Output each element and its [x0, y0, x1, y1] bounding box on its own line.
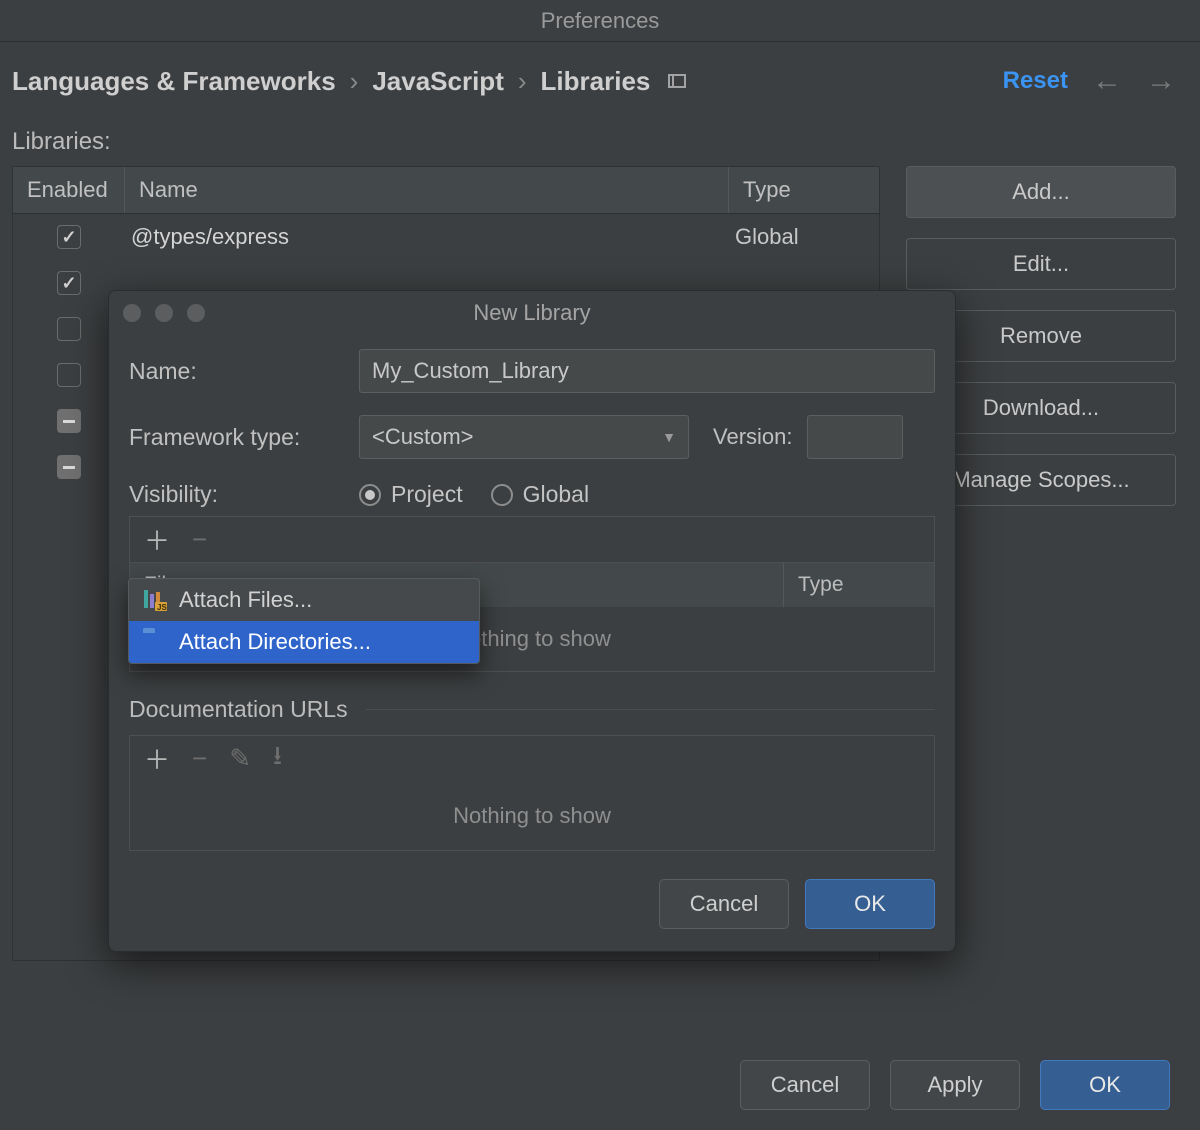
visibility-global-label[interactable]: Global	[523, 481, 589, 508]
chevron-down-icon: ▼	[662, 429, 676, 445]
close-icon[interactable]	[123, 304, 141, 322]
edit-icon[interactable]: ✎	[229, 743, 251, 774]
name-label: Name:	[129, 358, 359, 385]
svg-text:JS: JS	[157, 603, 167, 611]
add-icon[interactable]: ＋	[144, 740, 170, 777]
minimize-icon[interactable]	[155, 304, 173, 322]
attach-directories-item[interactable]: Attach Directories...	[129, 621, 479, 663]
enabled-checkbox[interactable]	[57, 271, 81, 295]
back-arrow-icon[interactable]: ←	[1092, 64, 1122, 98]
add-icon[interactable]: ＋	[144, 521, 170, 558]
zoom-icon[interactable]	[187, 304, 205, 322]
breadcrumb-item[interactable]: Languages & Frameworks	[12, 66, 336, 97]
header-right: Reset ← →	[1003, 64, 1176, 98]
enabled-checkbox[interactable]	[57, 225, 81, 249]
header: Languages & Frameworks › JavaScript › Li…	[0, 42, 1200, 110]
enabled-checkbox[interactable]	[57, 455, 81, 479]
visibility-project-radio[interactable]	[359, 484, 381, 506]
dialog-title: New Library	[473, 300, 590, 326]
col-name[interactable]: Name	[125, 167, 729, 213]
js-files-icon: JS	[143, 589, 167, 611]
divider	[366, 709, 935, 710]
visibility-label: Visibility:	[129, 481, 359, 508]
scope-icon	[668, 74, 686, 88]
traffic-lights	[123, 304, 205, 322]
window-title: Preferences	[0, 0, 1200, 42]
remove-icon[interactable]: −	[192, 743, 207, 774]
add-button[interactable]: Add...	[906, 166, 1176, 218]
visibility-project-label[interactable]: Project	[391, 481, 463, 508]
folder-icon	[143, 631, 167, 653]
version-label: Version:	[713, 424, 793, 450]
name-input[interactable]	[359, 349, 935, 393]
chevron-right-icon: ›	[350, 66, 359, 97]
ok-button[interactable]: OK	[1040, 1060, 1170, 1110]
version-input[interactable]	[807, 415, 903, 459]
breadcrumb-item[interactable]: Libraries	[541, 66, 651, 97]
chevron-right-icon: ›	[518, 66, 527, 97]
table-header: Enabled Name Type	[13, 167, 879, 214]
cell-type: Global	[729, 224, 879, 250]
dialog-cancel-button[interactable]: Cancel	[659, 879, 789, 929]
footer: Cancel Apply OK	[0, 1040, 1200, 1130]
reset-link[interactable]: Reset	[1003, 67, 1068, 95]
enabled-checkbox[interactable]	[57, 363, 81, 387]
framework-type-select[interactable]: <Custom> ▼	[359, 415, 689, 459]
apply-button[interactable]: Apply	[890, 1060, 1020, 1110]
popup-item-label: Attach Files...	[179, 587, 312, 613]
documentation-urls-header: Documentation URLs	[129, 696, 348, 723]
docs-placeholder: Nothing to show	[129, 781, 935, 851]
enabled-checkbox[interactable]	[57, 317, 81, 341]
framework-type-label: Framework type:	[129, 424, 359, 451]
download-icon[interactable]: ⭳	[273, 737, 282, 781]
cell-name: @types/express	[125, 224, 729, 250]
table-row[interactable]: @types/express Global	[13, 214, 879, 260]
dialog-ok-button[interactable]: OK	[805, 879, 935, 929]
breadcrumb-item[interactable]: JavaScript	[372, 66, 504, 97]
forward-arrow-icon[interactable]: →	[1146, 64, 1176, 98]
files-toolbar: ＋ −	[129, 516, 935, 562]
framework-type-value: <Custom>	[372, 424, 474, 450]
attach-popup-menu: JS Attach Files... Attach Directories...	[128, 578, 480, 664]
docs-toolbar: ＋ − ✎ ⭳	[129, 735, 935, 781]
dialog-titlebar[interactable]: New Library	[109, 291, 955, 335]
libraries-label: Libraries:	[12, 128, 1176, 156]
visibility-global-radio[interactable]	[491, 484, 513, 506]
col-type[interactable]: Type	[729, 167, 879, 213]
files-col-type[interactable]: Type	[784, 563, 934, 607]
remove-icon[interactable]: −	[192, 524, 207, 555]
enabled-checkbox[interactable]	[57, 409, 81, 433]
attach-files-item[interactable]: JS Attach Files...	[129, 579, 479, 621]
cancel-button[interactable]: Cancel	[740, 1060, 870, 1110]
popup-item-label: Attach Directories...	[179, 629, 371, 655]
edit-button[interactable]: Edit...	[906, 238, 1176, 290]
breadcrumb: Languages & Frameworks › JavaScript › Li…	[12, 66, 686, 97]
col-enabled[interactable]: Enabled	[13, 167, 125, 213]
